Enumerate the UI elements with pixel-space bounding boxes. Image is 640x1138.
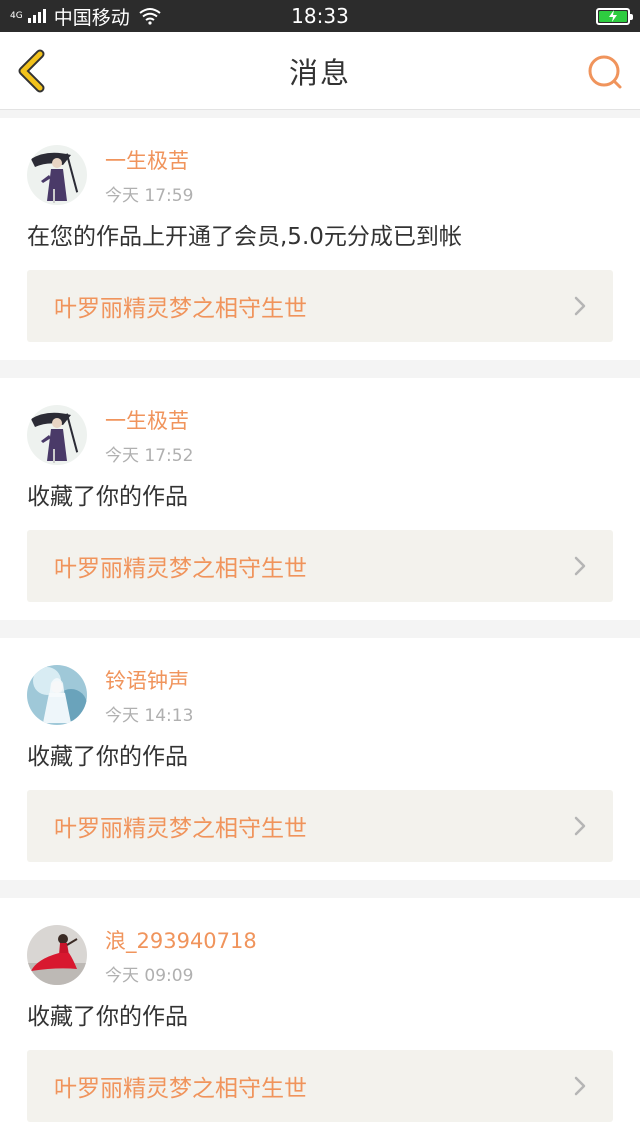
message-meta: 一生极苦 今天 17:59 [105, 145, 193, 206]
timestamp: 今天 09:09 [105, 965, 194, 986]
message-card: 一生极苦 今天 17:52 收藏了你的作品 叶罗丽精灵梦之相守生世 [0, 378, 640, 620]
battery-charging-icon [596, 7, 633, 25]
chevron-right-icon [574, 296, 586, 316]
message-card: 浪_293940718 今天 09:09 收藏了你的作品 叶罗丽精灵梦之相守生世 [0, 898, 640, 1138]
network-type: 4G [10, 10, 23, 21]
message-list: 一生极苦 今天 17:59 在您的作品上开通了会员,5.0元分成已到帐 叶罗丽精… [0, 118, 640, 1138]
work-link[interactable]: 叶罗丽精灵梦之相守生世 [27, 530, 613, 602]
status-bar: 4G 中国移动 18:33 [0, 0, 640, 32]
message-text: 收藏了你的作品 [27, 1004, 188, 1030]
page-title: 消息 [288, 55, 351, 90]
signal-icon [27, 9, 46, 23]
work-link[interactable]: 叶罗丽精灵梦之相守生世 [27, 1050, 613, 1122]
message-header: 铃语钟声 今天 14:13 [27, 664, 613, 726]
work-link[interactable]: 叶罗丽精灵梦之相守生世 [27, 790, 613, 862]
chevron-right-icon [574, 1076, 586, 1096]
message-text: 收藏了你的作品 [27, 744, 188, 770]
work-title: 叶罗丽精灵梦之相守生世 [54, 816, 307, 842]
timestamp: 今天 17:52 [105, 445, 194, 466]
avatar[interactable] [27, 665, 87, 725]
work-title: 叶罗丽精灵梦之相守生世 [54, 296, 307, 322]
wifi-icon [139, 8, 161, 25]
message-meta: 铃语钟声 今天 14:13 [105, 665, 193, 726]
message-text: 在您的作品上开通了会员,5.0元分成已到帐 [27, 224, 462, 250]
avatar[interactable] [27, 925, 87, 985]
timestamp: 今天 14:13 [105, 705, 194, 726]
nav-bar: 消息 [0, 32, 640, 110]
message-header: 一生极苦 今天 17:52 [27, 404, 613, 466]
username[interactable]: 浪_293940718 [105, 925, 257, 955]
work-link[interactable]: 叶罗丽精灵梦之相守生世 [27, 270, 613, 342]
message-meta: 一生极苦 今天 17:52 [105, 405, 193, 466]
avatar[interactable] [27, 405, 87, 465]
message-card: 铃语钟声 今天 14:13 收藏了你的作品 叶罗丽精灵梦之相守生世 [0, 638, 640, 880]
chevron-right-icon [574, 556, 586, 576]
work-title: 叶罗丽精灵梦之相守生世 [54, 556, 307, 582]
carrier-name: 中国移动 [53, 6, 130, 29]
chevron-left-icon[interactable] [14, 48, 54, 94]
timestamp: 今天 17:59 [105, 185, 194, 206]
status-left: 4G 中国移动 [10, 3, 162, 30]
status-right [596, 7, 633, 25]
message-header: 浪_293940718 今天 09:09 [27, 924, 613, 986]
avatar[interactable] [27, 145, 87, 205]
message-text: 收藏了你的作品 [27, 484, 188, 510]
username[interactable]: 一生极苦 [105, 405, 193, 435]
work-title: 叶罗丽精灵梦之相守生世 [54, 1076, 307, 1102]
message-card: 一生极苦 今天 17:59 在您的作品上开通了会员,5.0元分成已到帐 叶罗丽精… [0, 118, 640, 360]
username[interactable]: 一生极苦 [105, 145, 193, 175]
username[interactable]: 铃语钟声 [105, 665, 193, 695]
message-header: 一生极苦 今天 17:59 [27, 144, 613, 206]
chevron-right-icon [574, 816, 586, 836]
message-meta: 浪_293940718 今天 09:09 [105, 925, 257, 986]
search-icon[interactable] [586, 53, 624, 91]
